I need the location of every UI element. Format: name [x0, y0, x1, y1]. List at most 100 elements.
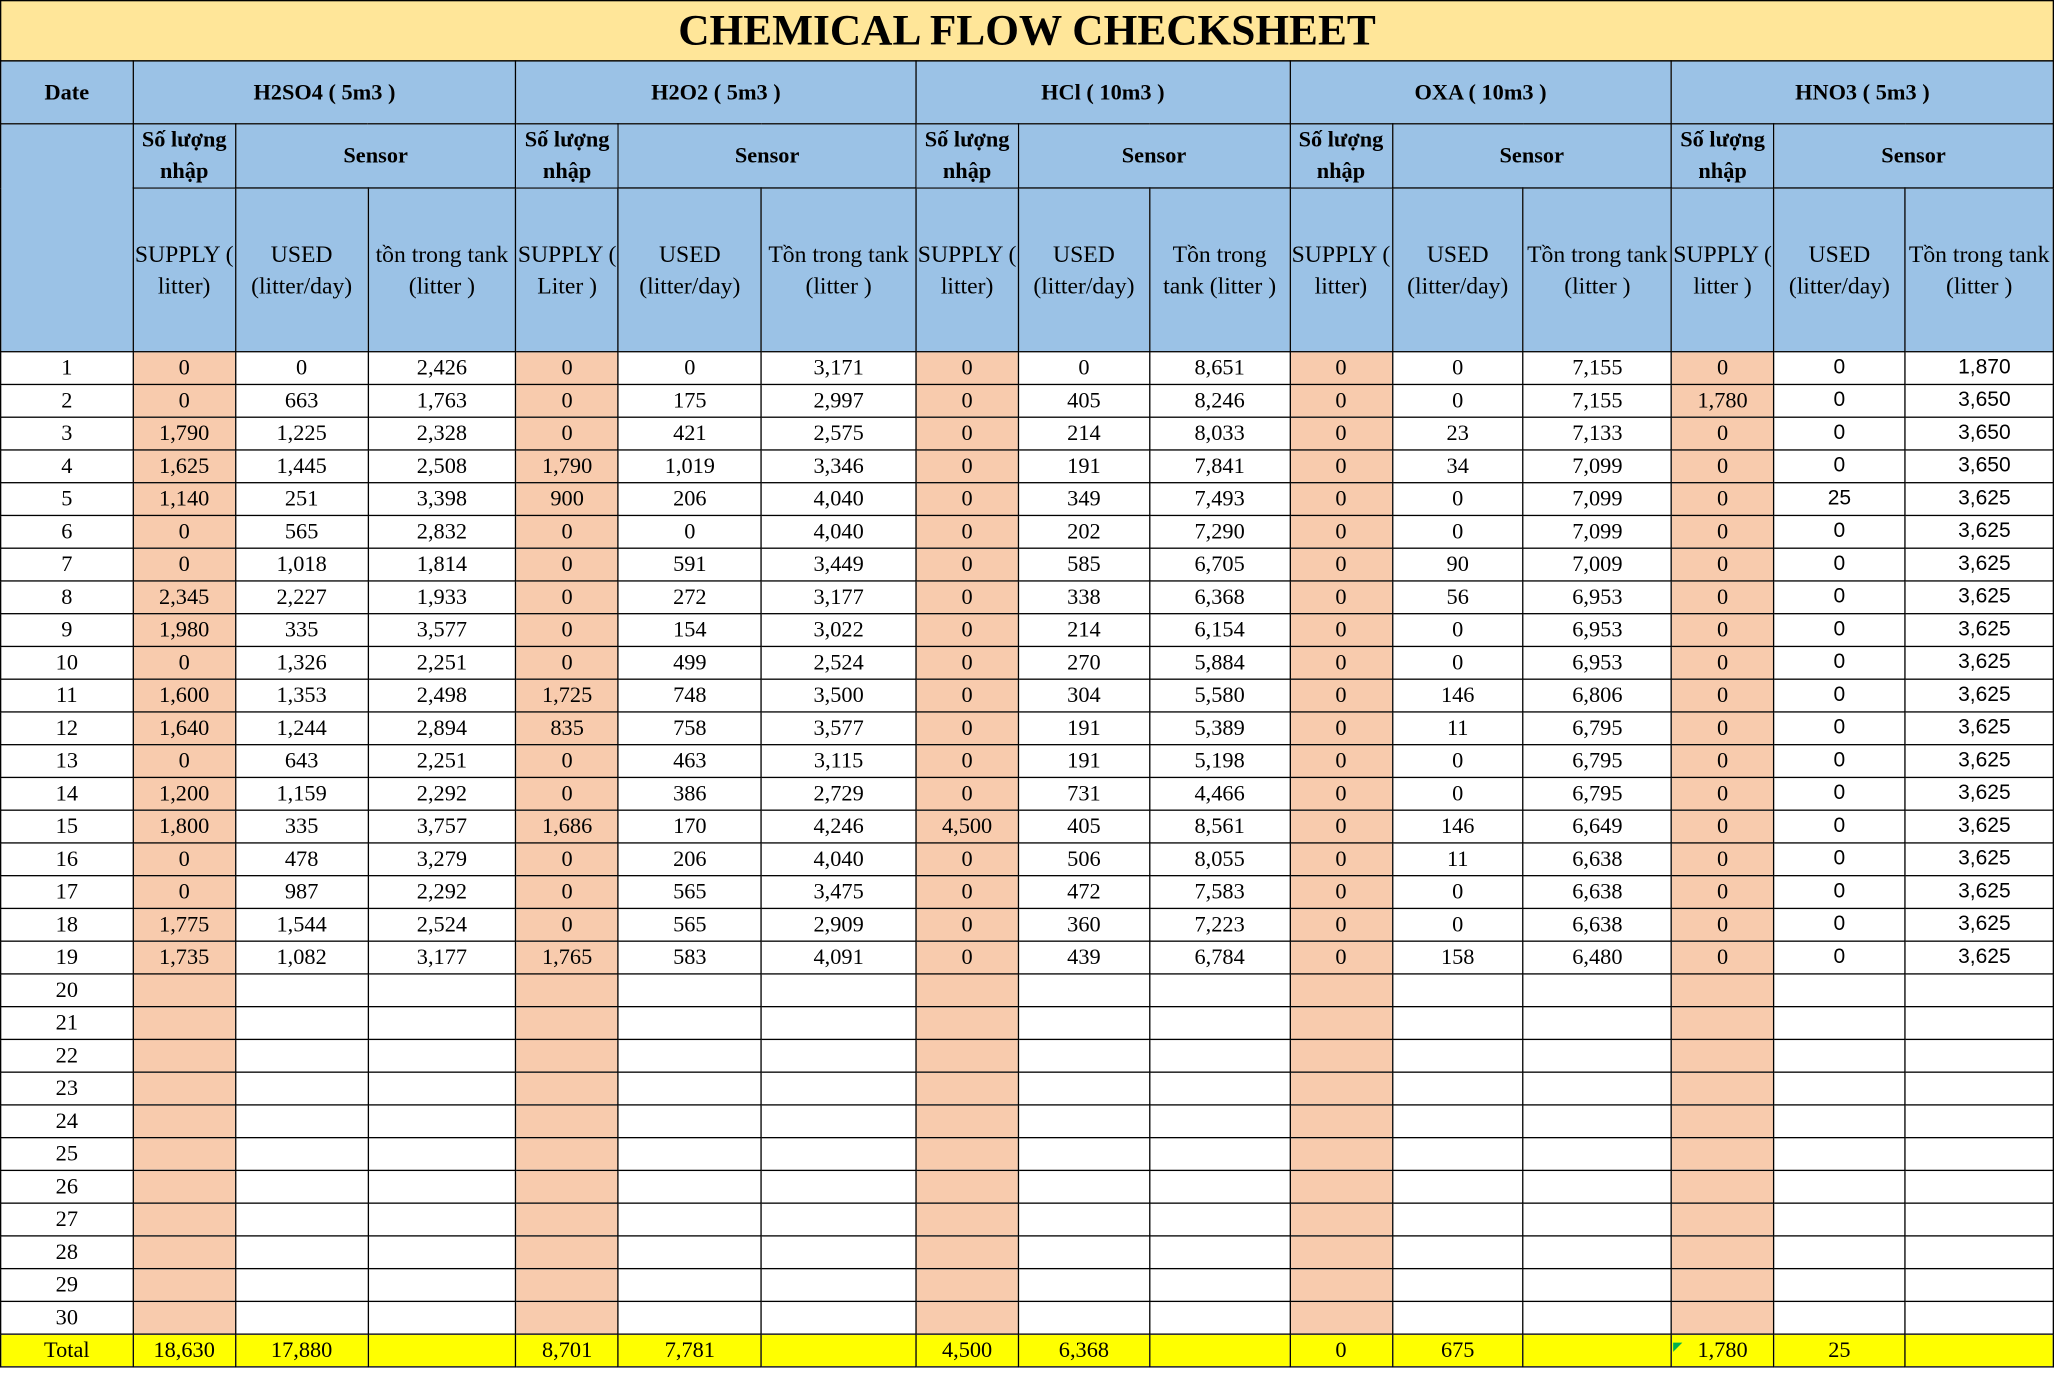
used-cell[interactable]: [617, 1038, 762, 1073]
tank-cell[interactable]: 6,953: [1522, 580, 1673, 615]
tank-cell[interactable]: 3,115: [760, 744, 917, 779]
tank-cell[interactable]: 2,292: [367, 875, 517, 910]
used-cell[interactable]: [1773, 1235, 1906, 1270]
tank-cell[interactable]: [1522, 1104, 1673, 1139]
tank-cell[interactable]: 1,933: [367, 580, 517, 615]
supply-cell[interactable]: [132, 1235, 237, 1270]
used-cell[interactable]: 23: [1391, 416, 1525, 451]
date-cell[interactable]: 20: [0, 973, 134, 1008]
used-cell[interactable]: 463: [617, 744, 762, 779]
used-cell[interactable]: [617, 1169, 762, 1204]
tank-cell[interactable]: [1148, 973, 1291, 1008]
used-cell[interactable]: 0: [1391, 482, 1525, 517]
used-cell[interactable]: [617, 1267, 762, 1303]
tank-cell[interactable]: 3,625: [1904, 776, 2054, 811]
used-cell[interactable]: 0: [234, 351, 369, 386]
tank-cell[interactable]: [760, 1267, 917, 1303]
used-cell[interactable]: [234, 1071, 369, 1106]
tank-cell[interactable]: [367, 1169, 517, 1204]
supply-cell[interactable]: 0: [915, 842, 1019, 877]
tank-cell[interactable]: [1148, 1071, 1291, 1106]
supply-cell[interactable]: 900: [515, 482, 619, 517]
used-cell[interactable]: 1,326: [234, 645, 369, 680]
used-cell[interactable]: [1773, 1006, 1906, 1041]
supply-cell[interactable]: 0: [1670, 809, 1775, 844]
supply-cell[interactable]: [515, 1136, 619, 1172]
supply-cell[interactable]: 0: [515, 842, 619, 877]
date-cell[interactable]: 8: [0, 580, 134, 615]
supply-cell[interactable]: 0: [1670, 711, 1775, 746]
tank-cell[interactable]: 5,198: [1148, 744, 1291, 779]
tank-cell[interactable]: 7,099: [1522, 482, 1673, 517]
tank-cell[interactable]: 3,650: [1904, 416, 2054, 451]
tank-cell[interactable]: 2,426: [367, 351, 517, 386]
used-cell[interactable]: [1017, 1038, 1151, 1073]
tank-cell[interactable]: 6,638: [1522, 875, 1673, 910]
used-cell[interactable]: 0: [1773, 514, 1906, 549]
supply-cell[interactable]: [132, 1104, 237, 1139]
supply-cell[interactable]: 1,625: [132, 449, 237, 484]
tank-cell[interactable]: 3,625: [1904, 580, 2054, 615]
used-cell[interactable]: 25: [1773, 482, 1906, 517]
date-cell[interactable]: 28: [0, 1235, 134, 1270]
tank-cell[interactable]: 3,022: [760, 613, 917, 648]
used-cell[interactable]: 439: [1017, 940, 1151, 975]
tank-cell[interactable]: 5,884: [1148, 645, 1291, 680]
supply-cell[interactable]: 0: [515, 613, 619, 648]
tank-cell[interactable]: [1904, 1267, 2054, 1303]
tank-cell[interactable]: 2,524: [367, 907, 517, 942]
used-cell[interactable]: [617, 1202, 762, 1237]
used-cell[interactable]: [1391, 1202, 1525, 1237]
tank-cell[interactable]: [760, 1006, 917, 1041]
total-tank-cell[interactable]: [367, 1333, 517, 1368]
used-cell[interactable]: 90: [1391, 547, 1525, 582]
supply-cell[interactable]: 1,725: [515, 678, 619, 713]
tank-cell[interactable]: 4,091: [760, 940, 917, 975]
date-cell[interactable]: 9: [0, 613, 134, 648]
used-cell[interactable]: 191: [1017, 711, 1151, 746]
used-cell[interactable]: 0: [1773, 383, 1906, 418]
tank-cell[interactable]: 3,346: [760, 449, 917, 484]
tank-cell[interactable]: [1904, 1235, 2054, 1270]
supply-cell[interactable]: [1670, 1300, 1775, 1335]
date-cell[interactable]: 22: [0, 1038, 134, 1073]
used-cell[interactable]: 202: [1017, 514, 1151, 549]
tank-cell[interactable]: 6,953: [1522, 645, 1673, 680]
used-cell[interactable]: [234, 1136, 369, 1172]
supply-cell[interactable]: [915, 1202, 1019, 1237]
supply-cell[interactable]: 0: [915, 907, 1019, 942]
supply-cell[interactable]: 0: [1670, 940, 1775, 975]
tank-cell[interactable]: 7,133: [1522, 416, 1673, 451]
used-cell[interactable]: 214: [1017, 416, 1151, 451]
tank-cell[interactable]: [1904, 1169, 2054, 1204]
used-cell[interactable]: 0: [1773, 875, 1906, 910]
tank-cell[interactable]: [1148, 1136, 1291, 1172]
supply-cell[interactable]: [915, 1006, 1019, 1041]
used-cell[interactable]: 251: [234, 482, 369, 517]
supply-cell[interactable]: [515, 1300, 619, 1335]
used-cell[interactable]: [234, 1202, 369, 1237]
supply-cell[interactable]: 0: [1289, 809, 1393, 844]
used-cell[interactable]: 405: [1017, 809, 1151, 844]
supply-cell[interactable]: 0: [1289, 645, 1393, 680]
tank-cell[interactable]: 7,290: [1148, 514, 1291, 549]
total-supply-cell[interactable]: 18,630: [132, 1333, 237, 1368]
used-cell[interactable]: 0: [1773, 809, 1906, 844]
used-cell[interactable]: [617, 1006, 762, 1041]
used-cell[interactable]: [234, 1006, 369, 1041]
tank-cell[interactable]: 6,795: [1522, 711, 1673, 746]
used-cell[interactable]: 1,544: [234, 907, 369, 942]
used-cell[interactable]: [1773, 1071, 1906, 1106]
used-cell[interactable]: 405: [1017, 383, 1151, 418]
used-cell[interactable]: 0: [1017, 351, 1151, 386]
used-cell[interactable]: 583: [617, 940, 762, 975]
used-cell[interactable]: 158: [1391, 940, 1525, 975]
tank-cell[interactable]: 3,171: [760, 351, 917, 386]
supply-cell[interactable]: [915, 1104, 1019, 1139]
used-cell[interactable]: [234, 973, 369, 1008]
used-cell[interactable]: [234, 1235, 369, 1270]
supply-cell[interactable]: 0: [1670, 645, 1775, 680]
tank-cell[interactable]: 2,292: [367, 776, 517, 811]
supply-cell[interactable]: 0: [1289, 875, 1393, 910]
tank-cell[interactable]: 7,155: [1522, 383, 1673, 418]
